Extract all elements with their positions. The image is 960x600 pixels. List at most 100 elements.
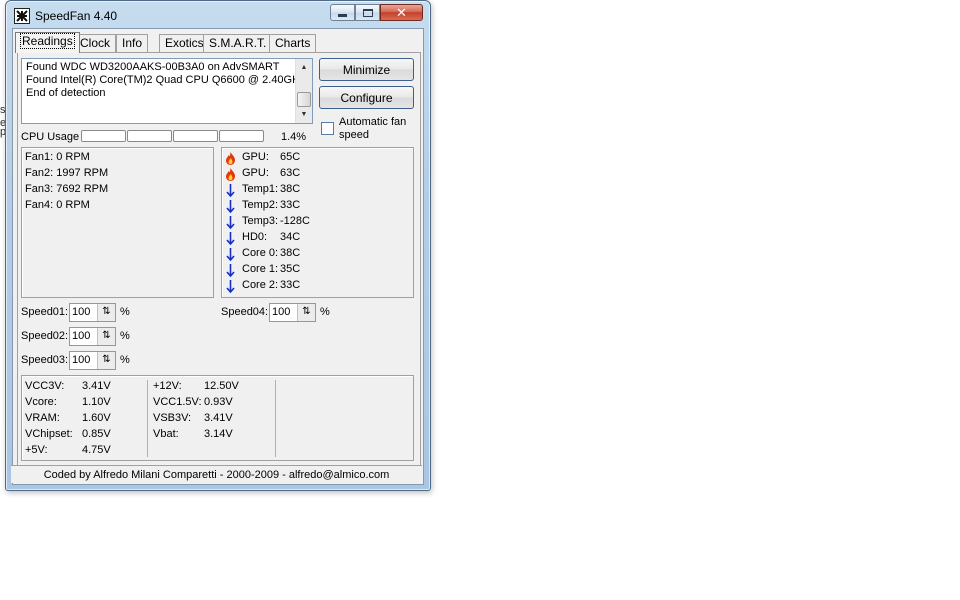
automatic-fan-speed-label: Automatic fan speed xyxy=(339,116,406,142)
percent-label: % xyxy=(120,330,130,342)
voltage-name: VCC1.5V: xyxy=(153,396,202,408)
fan-reading: Fan4: 0 RPM xyxy=(25,199,90,211)
minimize-icon xyxy=(338,14,347,17)
spinner-value[interactable]: 100 xyxy=(72,354,90,366)
arrow-down-icon xyxy=(225,200,236,214)
tab-label: S.M.A.R.T. xyxy=(209,36,267,50)
tab-smart[interactable]: S.M.A.R.T. xyxy=(203,34,273,52)
temperature-value: 65C xyxy=(280,151,301,163)
spinner-arrows-icon[interactable]: ⇅ xyxy=(297,304,315,321)
voltage-value: 0.85V xyxy=(82,428,111,440)
configure-button[interactable]: Configure xyxy=(319,86,414,109)
fan-name: Fan1: xyxy=(25,151,54,163)
spinner-value[interactable]: 100 xyxy=(72,330,90,342)
temperature-name: Temp1: xyxy=(242,183,279,195)
temperature-value: 34C xyxy=(280,231,301,243)
temperature-reading: Core 2: 33C xyxy=(225,279,375,294)
temperature-name: Temp3: xyxy=(242,215,279,227)
voltage-divider xyxy=(275,380,276,457)
speed01-label: Speed01: xyxy=(21,306,69,318)
temperature-name: HD0: xyxy=(242,231,268,243)
temperature-name: Core 0: xyxy=(242,247,279,259)
fan-value: 7692 RPM xyxy=(56,183,109,195)
speed04-spinner[interactable]: 100 ⇅ xyxy=(269,303,316,322)
cpu-core-bar xyxy=(127,130,172,142)
minimize-window-button[interactable] xyxy=(330,4,355,21)
tab-readings[interactable]: Readings xyxy=(15,32,80,53)
spinner-arrows-icon[interactable]: ⇅ xyxy=(97,328,115,345)
detection-log[interactable]: Found WDC WD3200AAKS-00B3A0 on AdvSMART … xyxy=(21,58,313,124)
voltage-value: 3.41V xyxy=(82,380,111,392)
fan-name: Fan2: xyxy=(25,167,54,179)
voltage-value: 3.41V xyxy=(204,412,233,424)
speed02-label: Speed02: xyxy=(21,330,69,342)
cpu-usage-label: CPU Usage xyxy=(21,131,80,143)
close-icon: ✕ xyxy=(396,5,407,20)
tab-charts[interactable]: Charts xyxy=(269,34,317,52)
fans-panel: Fan1: 0 RPM Fan2: 1997 RPM Fan3: 7692 RP… xyxy=(21,147,214,298)
voltage-name: VCC3V: xyxy=(25,380,65,392)
tab-info[interactable]: Info xyxy=(116,34,149,52)
cpu-core-bar xyxy=(219,130,264,142)
temperature-name: GPU: xyxy=(242,167,269,179)
temperature-name: Core 1: xyxy=(242,263,279,275)
scroll-up-icon[interactable]: ▲ xyxy=(296,61,312,75)
window-title: SpeedFan 4.40 xyxy=(35,9,118,23)
arrow-down-icon xyxy=(225,280,236,294)
voltage-name: VRAM: xyxy=(25,412,60,424)
minimize-button[interactable]: Minimize xyxy=(319,58,414,81)
temperature-reading: GPU: 65C xyxy=(225,151,375,165)
voltage-value: 12.50V xyxy=(204,380,239,392)
voltage-name: +5V: xyxy=(25,444,48,456)
temperature-value: 33C xyxy=(280,199,301,211)
close-window-button[interactable]: ✕ xyxy=(380,4,423,21)
scroll-down-icon[interactable]: ▼ xyxy=(296,108,312,122)
speed01-spinner[interactable]: 100 ⇅ xyxy=(69,303,116,322)
spinner-value[interactable]: 100 xyxy=(72,306,90,318)
speed03-label: Speed03: xyxy=(21,354,69,366)
temperature-reading: Temp3: -128C xyxy=(225,215,375,230)
cpu-core-bar xyxy=(173,130,218,142)
log-scrollbar[interactable]: ▲ ▼ xyxy=(295,59,312,123)
percent-label: % xyxy=(120,354,130,366)
voltage-value: 1.60V xyxy=(82,412,111,424)
flame-icon xyxy=(225,168,236,181)
arrow-down-icon xyxy=(225,216,236,230)
fan-name: Fan3: xyxy=(25,183,54,195)
voltage-name: VChipset: xyxy=(25,428,73,440)
voltage-name: +12V: xyxy=(153,380,182,392)
label-line: speed xyxy=(339,129,369,141)
temperature-value: 38C xyxy=(280,183,301,195)
voltage-name: Vcore: xyxy=(25,396,57,408)
tab-label: Readings xyxy=(20,33,75,49)
temperature-reading: Temp1: 38C xyxy=(225,183,375,198)
tab-label: Clock xyxy=(80,36,111,50)
flame-icon xyxy=(225,152,236,165)
automatic-fan-speed-checkbox[interactable] xyxy=(321,122,334,135)
temperature-value: 35C xyxy=(280,263,301,275)
fan-name: Fan4: xyxy=(25,199,54,211)
arrow-down-icon xyxy=(225,232,236,246)
speedfan-app-icon[interactable] xyxy=(14,8,30,24)
log-line: Found WDC WD3200AAKS-00B3A0 on AdvSMART xyxy=(26,61,280,73)
speed02-spinner[interactable]: 100 ⇅ xyxy=(69,327,116,346)
status-bar: Coded by Alfredo Milani Comparetti - 200… xyxy=(11,465,422,483)
voltage-value: 0.93V xyxy=(204,396,233,408)
tab-label: Charts xyxy=(275,36,311,50)
voltage-divider xyxy=(147,380,148,457)
cpu-usage-value: 1.4% xyxy=(281,131,307,143)
voltage-value: 4.75V xyxy=(82,444,111,456)
speed03-spinner[interactable]: 100 ⇅ xyxy=(69,351,116,370)
fan-value: 1997 RPM xyxy=(56,167,109,179)
maximize-window-button[interactable] xyxy=(355,4,380,21)
temperature-value: 33C xyxy=(280,279,301,291)
tab-clock[interactable]: Clock xyxy=(74,34,117,52)
fan-value: 0 RPM xyxy=(56,199,90,211)
spinner-arrows-icon[interactable]: ⇅ xyxy=(97,352,115,369)
spinner-value[interactable]: 100 xyxy=(272,306,290,318)
fan-reading: Fan1: 0 RPM xyxy=(25,151,90,163)
temperature-value: -128C xyxy=(280,215,310,227)
spinner-arrows-icon[interactable]: ⇅ xyxy=(97,304,115,321)
scroll-thumb[interactable] xyxy=(297,92,311,107)
temperature-reading: HD0: 34C xyxy=(225,231,375,246)
